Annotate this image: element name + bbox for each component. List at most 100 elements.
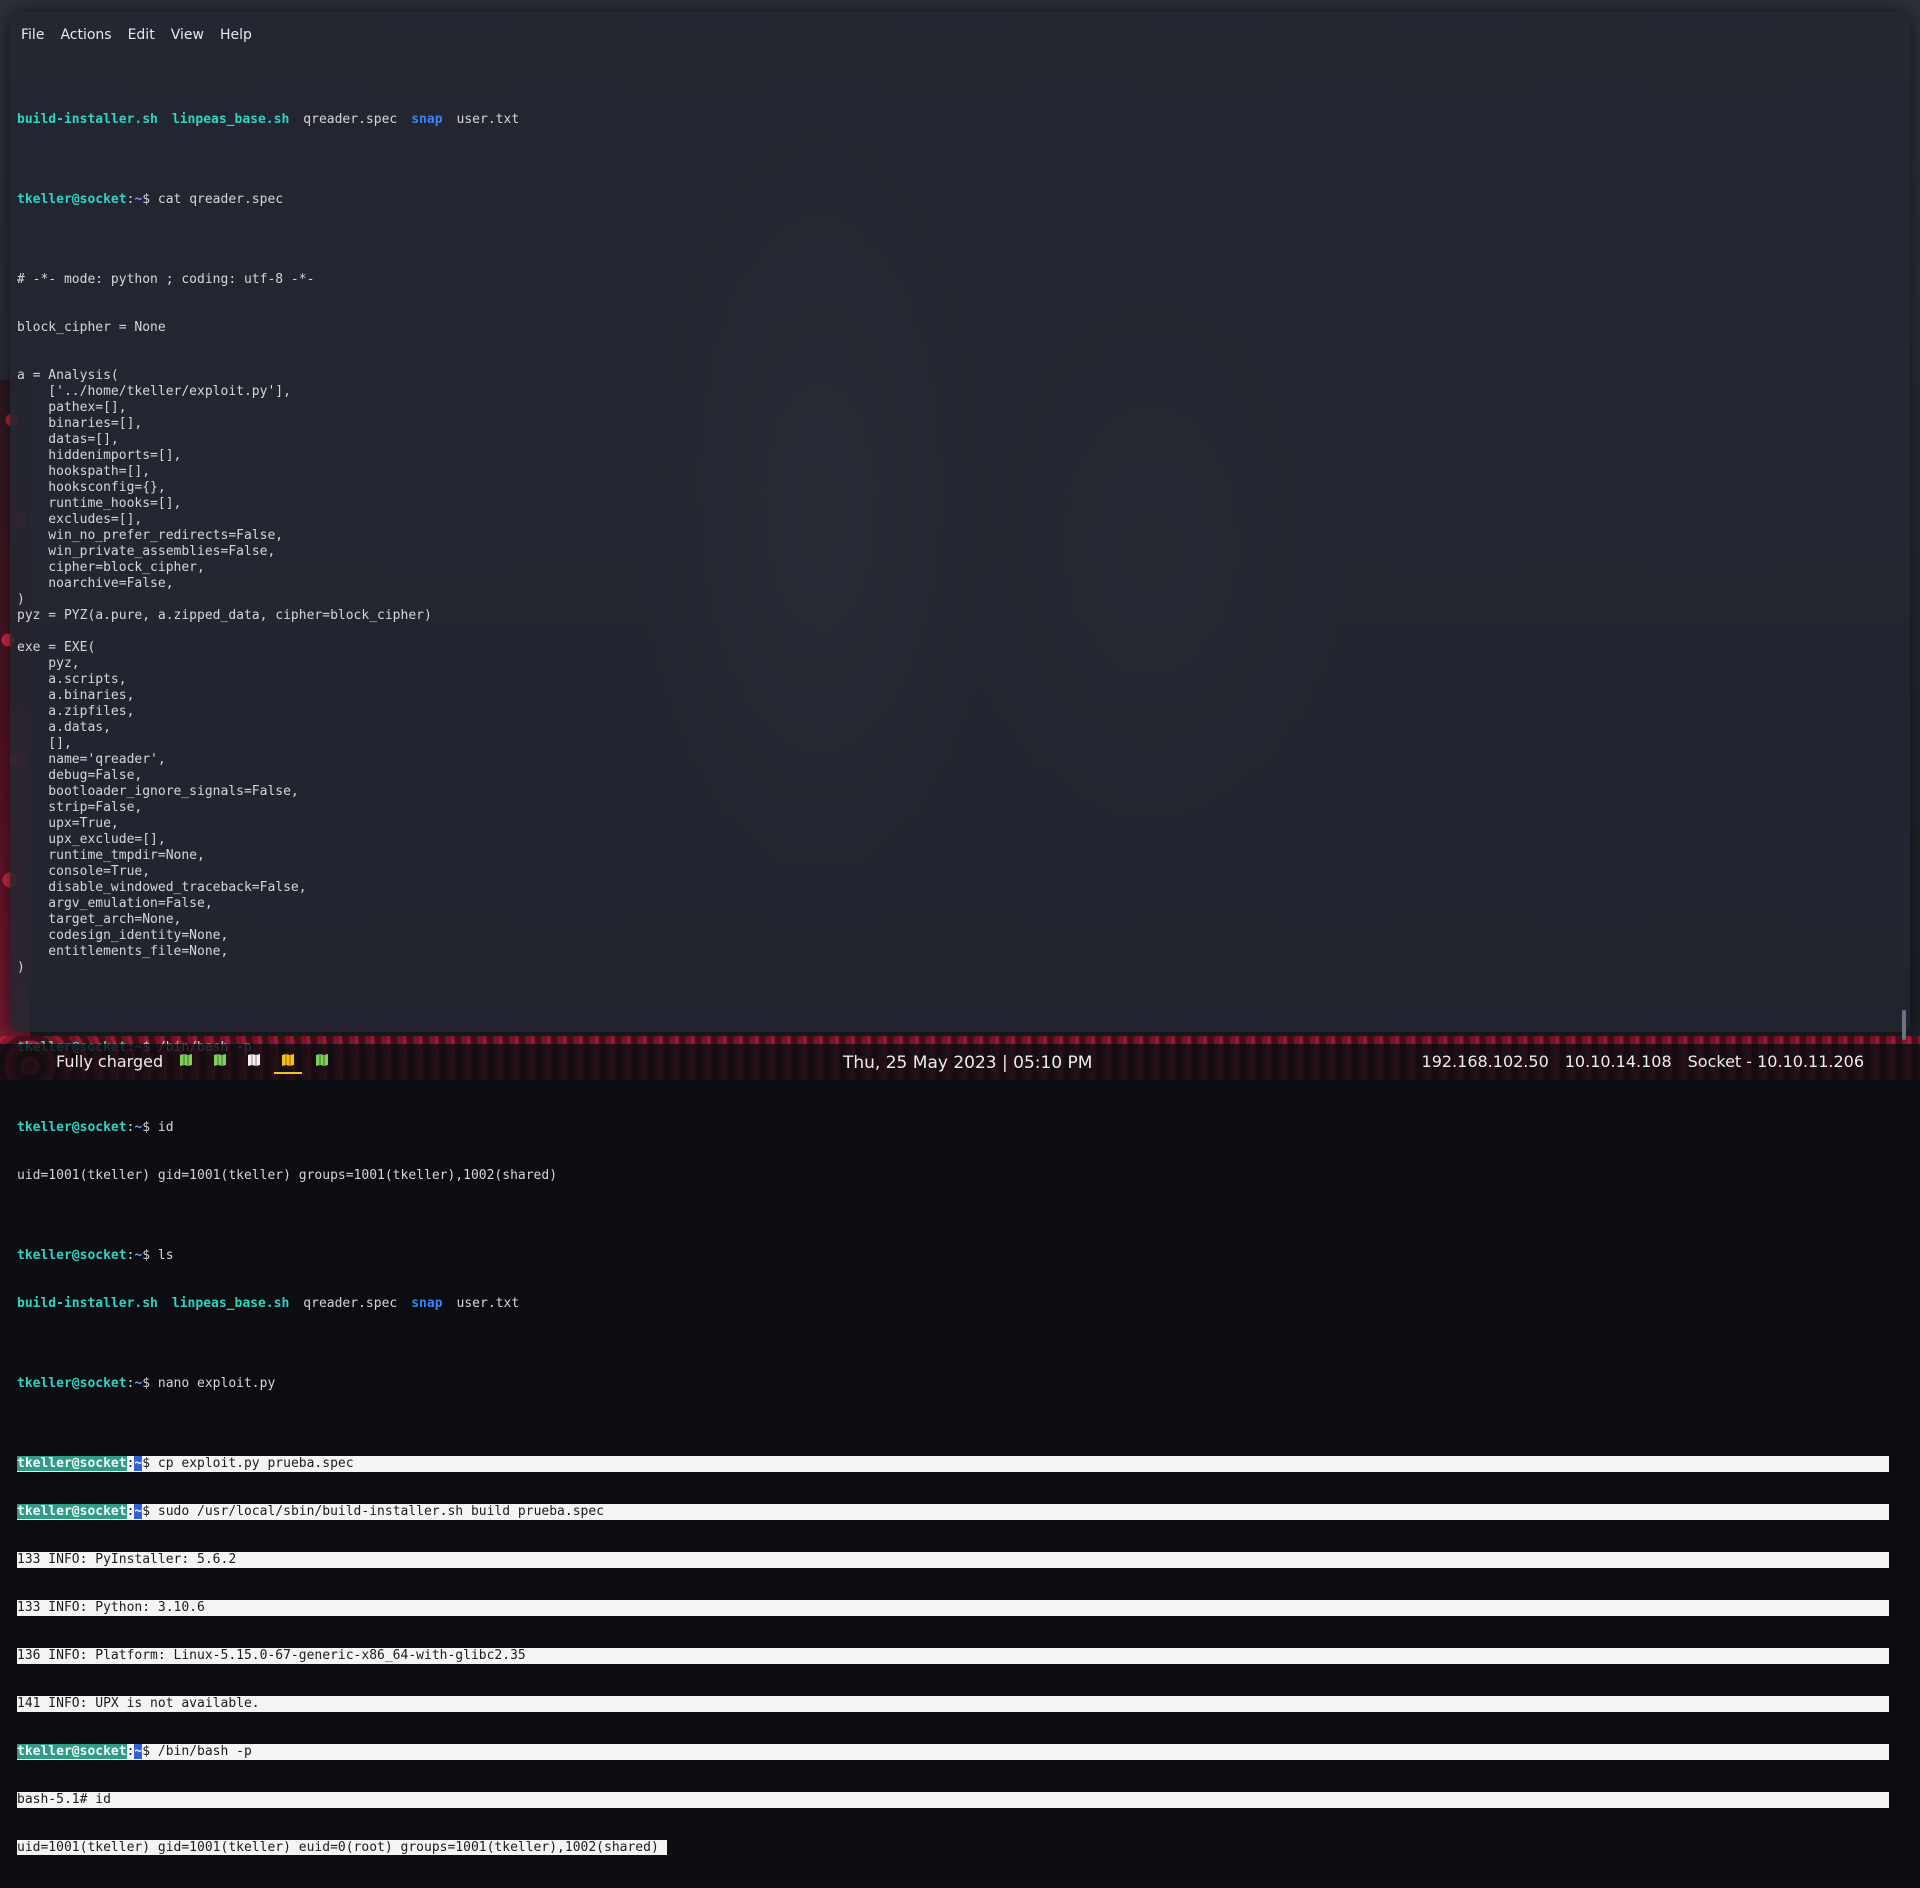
- prompt-line: tkeller@socket:~$ id: [17, 1120, 1897, 1136]
- spec-file-line: win_private_assemblies=False,: [17, 544, 1897, 560]
- dir-snap: snap: [411, 112, 442, 127]
- file-qreader-spec: qreader.spec: [303, 112, 397, 127]
- root-id-output: uid=1001(tkeller) gid=1001(tkeller) euid…: [17, 1840, 659, 1855]
- spec-file-line: a.datas,: [17, 720, 1897, 736]
- ls-output-line: build-installer.shlinpeas_base.shqreader…: [17, 112, 1897, 128]
- target-host: Socket - 10.10.11.206: [1688, 1052, 1864, 1071]
- prompt-symbol: $: [142, 1120, 150, 1135]
- spec-file-line: hookspath=[],: [17, 464, 1897, 480]
- prompt-symbol: $: [142, 1504, 150, 1519]
- spec-file-line: strip=False,: [17, 800, 1897, 816]
- command-text: sudo /usr/local/sbin/build-installer.sh …: [158, 1504, 604, 1519]
- file-qreader-spec: qreader.spec: [303, 1296, 397, 1311]
- spec-file-line: cipher=block_cipher,: [17, 560, 1897, 576]
- menu-actions[interactable]: Actions: [59, 27, 112, 43]
- spec-file-line: name='qreader',: [17, 752, 1897, 768]
- terminal-window[interactable]: File Actions Edit View Help build-instal…: [10, 12, 1910, 1032]
- map-icon: [247, 1052, 261, 1071]
- menu-bar: File Actions Edit View Help: [20, 22, 253, 48]
- workspace-5[interactable]: [312, 1050, 332, 1072]
- command-text: /bin/bash -p: [158, 1744, 252, 1759]
- root-shell-line: bash-5.1# id: [17, 1792, 1889, 1808]
- spec-file-line: datas=[],: [17, 432, 1897, 448]
- battery-status: Fully charged: [56, 1052, 163, 1071]
- spec-file-line: [17, 336, 1897, 352]
- menu-help[interactable]: Help: [219, 27, 253, 43]
- spec-file-line: [17, 624, 1897, 640]
- build-output-line: 133 INFO: PyInstaller: 5.6.2: [17, 1552, 1889, 1568]
- prompt-symbol: $: [142, 1744, 150, 1759]
- spec-file-line: hooksconfig={},: [17, 480, 1897, 496]
- prompt-path: ~: [134, 1248, 142, 1263]
- spec-file-line: win_no_prefer_redirects=False,: [17, 528, 1897, 544]
- spec-file-line: a.zipfiles,: [17, 704, 1897, 720]
- spec-file-line: upx=True,: [17, 816, 1897, 832]
- spec-file-line: a = Analysis(: [17, 368, 1897, 384]
- spec-file-line: disable_windowed_traceback=False,: [17, 880, 1897, 896]
- map-icon: [281, 1052, 295, 1071]
- spec-file-line: binaries=[],: [17, 416, 1897, 432]
- prompt-path: ~: [134, 1456, 142, 1471]
- spec-file-line: # -*- mode: python ; coding: utf-8 -*-: [17, 272, 1897, 288]
- file-user-txt: user.txt: [457, 112, 520, 127]
- spec-file-content: # -*- mode: python ; coding: utf-8 -*- bl…: [17, 272, 1897, 976]
- spec-file-line: [],: [17, 736, 1897, 752]
- prompt-user: tkeller@socket: [17, 192, 127, 207]
- terminal-output[interactable]: build-installer.shlinpeas_base.shqreader…: [17, 48, 1897, 1888]
- spec-file-line: target_arch=None,: [17, 912, 1897, 928]
- spec-file-line: upx_exclude=[],: [17, 832, 1897, 848]
- menu-view[interactable]: View: [170, 27, 205, 43]
- workspace-3[interactable]: [244, 1050, 264, 1072]
- menu-file[interactable]: File: [20, 27, 45, 43]
- command-text: cat qreader.spec: [158, 192, 283, 207]
- spec-file-line: bootloader_ignore_signals=False,: [17, 784, 1897, 800]
- spec-file-line: noarchive=False,: [17, 576, 1897, 592]
- clock[interactable]: Thu, 25 May 2023 | 05:10 PM: [843, 1053, 1092, 1073]
- workspace-switcher: [176, 1050, 332, 1072]
- prompt-line: tkeller@socket:~$ cat qreader.spec: [17, 192, 1897, 208]
- file-user-txt: user.txt: [457, 1296, 520, 1311]
- prompt-line: tkeller@socket:~$ ls: [17, 1248, 1897, 1264]
- spec-file-line: runtime_hooks=[],: [17, 496, 1897, 512]
- prompt-line: tkeller@socket:~$ nano exploit.py: [17, 1376, 1897, 1392]
- spec-file-line: runtime_tmpdir=None,: [17, 848, 1897, 864]
- ls-output-line: build-installer.shlinpeas_base.shqreader…: [17, 1296, 1897, 1312]
- selected-prompt-line: tkeller@socket:~$ cp exploit.py prueba.s…: [17, 1456, 1889, 1472]
- prompt-path: ~: [134, 1504, 142, 1519]
- spec-file-line: exe = EXE(: [17, 640, 1897, 656]
- prompt-symbol: $: [142, 1376, 150, 1391]
- menu-edit[interactable]: Edit: [127, 27, 156, 43]
- spec-file-line: debug=False,: [17, 768, 1897, 784]
- prompt-path: ~: [134, 1376, 142, 1391]
- spec-file-line: excludes=[],: [17, 512, 1897, 528]
- prompt-path: ~: [134, 1744, 142, 1759]
- map-icon: [315, 1052, 329, 1071]
- spec-file-line: [17, 288, 1897, 304]
- network-info: 192.168.102.50 10.10.14.108 Socket - 10.…: [1422, 1052, 1864, 1071]
- file-build-installer: build-installer.sh: [17, 1296, 158, 1311]
- prompt-symbol: $: [142, 1456, 150, 1471]
- prompt-path: ~: [134, 1120, 142, 1135]
- root-id-output-line: uid=1001(tkeller) gid=1001(tkeller) euid…: [17, 1840, 1897, 1856]
- spec-file-line: argv_emulation=False,: [17, 896, 1897, 912]
- taskbar: Fully charged Thu, 25 May 2023 | 05:10 P…: [0, 1044, 1920, 1080]
- command-text: cp exploit.py prueba.spec: [158, 1456, 354, 1471]
- file-linpeas: linpeas_base.sh: [172, 112, 289, 127]
- id-output-line: uid=1001(tkeller) gid=1001(tkeller) grou…: [17, 1168, 1897, 1184]
- prompt-user: tkeller@socket: [17, 1120, 127, 1135]
- spec-file-line: console=True,: [17, 864, 1897, 880]
- spec-file-line: block_cipher = None: [17, 320, 1897, 336]
- workspace-4[interactable]: [278, 1050, 298, 1072]
- spec-file-line: ['../home/tkeller/exploit.py'],: [17, 384, 1897, 400]
- scrollbar-thumb[interactable]: [1902, 1010, 1906, 1040]
- workspace-1[interactable]: [176, 1050, 196, 1072]
- local-ip: 192.168.102.50: [1422, 1052, 1549, 1071]
- spec-file-line: ): [17, 960, 1897, 976]
- spec-file-line: [17, 352, 1897, 368]
- workspace-2[interactable]: [210, 1050, 230, 1072]
- prompt-user: tkeller@socket: [17, 1744, 127, 1759]
- command-text: id: [95, 1792, 111, 1807]
- command-text: id: [158, 1120, 174, 1135]
- build-output-line: 141 INFO: UPX is not available.: [17, 1696, 1889, 1712]
- command-text: ls: [158, 1248, 174, 1263]
